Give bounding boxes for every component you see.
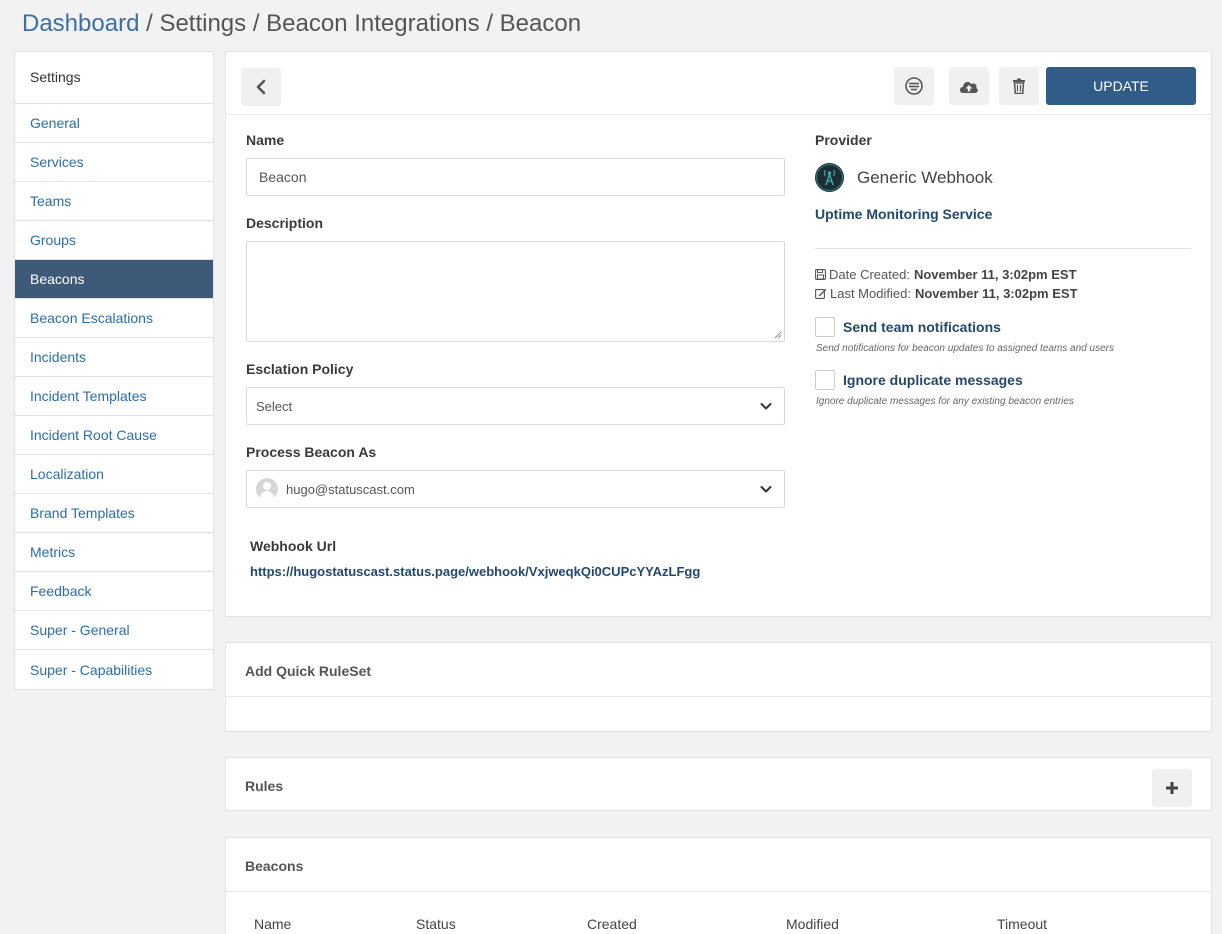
sidebar-item-services[interactable]: Services <box>15 143 213 182</box>
webhook-url-link[interactable]: https://hugostatuscast.status.page/webho… <box>250 564 700 579</box>
send-team-notifications-checkbox[interactable] <box>815 317 835 337</box>
column-header-name[interactable]: Name <box>254 916 291 932</box>
provider-divider <box>815 248 1191 249</box>
process-beacon-as-label: Process Beacon As <box>246 444 377 460</box>
breadcrumb-beacon: Beacon <box>499 10 582 37</box>
list-circle-icon <box>905 77 923 95</box>
column-header-created[interactable]: Created <box>587 916 637 932</box>
column-header-status[interactable]: Status <box>416 916 456 932</box>
provider-name: Generic Webhook <box>857 168 993 187</box>
trash-icon <box>1013 78 1025 94</box>
ignore-duplicate-messages-checkbox[interactable] <box>815 370 835 390</box>
provider-label: Provider <box>815 132 872 148</box>
sidebar-item-incidents[interactable]: Incidents <box>15 338 213 377</box>
upload-button[interactable] <box>949 67 989 105</box>
process-beacon-as-select[interactable]: hugo@statuscast.com <box>246 470 785 508</box>
sidebar-item-brand-templates[interactable]: Brand Templates <box>15 494 213 533</box>
breadcrumb-dashboard-link[interactable]: Dashboard <box>22 10 139 37</box>
date-created-label: Date Created: <box>829 267 910 282</box>
breadcrumb-settings[interactable]: Settings <box>159 10 246 37</box>
user-avatar-icon <box>256 478 278 500</box>
add-rule-button[interactable] <box>1152 769 1192 807</box>
beacons-table-panel: Beacons Name Status Created Modified Tim… <box>225 837 1212 934</box>
name-label: Name <box>246 132 285 148</box>
send-team-notifications-label[interactable]: Send team notifications <box>843 319 1001 335</box>
column-header-modified[interactable]: Modified <box>786 916 839 932</box>
description-textarea[interactable] <box>246 241 785 342</box>
settings-sidebar: Settings General Services Teams Groups B… <box>14 51 214 690</box>
rules-title: Rules <box>245 778 284 794</box>
date-created-line: Date Created: November 11, 3:02pm EST <box>815 267 1077 282</box>
escalation-policy-select[interactable]: Select <box>246 387 785 425</box>
beacons-table-divider <box>226 891 1211 892</box>
chevron-down-icon <box>760 403 772 410</box>
list-button[interactable] <box>894 67 934 105</box>
last-modified-label: Last Modified: <box>830 286 911 301</box>
sidebar-item-incident-templates[interactable]: Incident Templates <box>15 377 213 416</box>
sidebar-item-teams[interactable]: Teams <box>15 182 213 221</box>
edit-icon <box>815 288 827 299</box>
sidebar-item-incident-root-cause[interactable]: Incident Root Cause <box>15 416 213 455</box>
breadcrumb: Dashboard / Settings / Beacon Integratio… <box>22 10 581 38</box>
sidebar-item-metrics[interactable]: Metrics <box>15 533 213 572</box>
ignore-duplicate-messages-help: Ignore duplicate messages for any existi… <box>816 396 1074 407</box>
sidebar-item-localization[interactable]: Localization <box>15 455 213 494</box>
description-label: Description <box>246 215 324 231</box>
cloud-upload-icon <box>960 81 978 93</box>
sidebar-item-beacon-escalations[interactable]: Beacon Escalations <box>15 299 213 338</box>
column-header-timeout[interactable]: Timeout <box>997 916 1047 932</box>
sidebar-header: Settings <box>15 52 213 104</box>
escalation-policy-label: Esclation Policy <box>246 361 354 377</box>
quick-ruleset-divider <box>226 696 1211 697</box>
sidebar-item-super-general[interactable]: Super - General <box>15 611 213 650</box>
back-button[interactable] <box>241 68 281 106</box>
sidebar-item-groups[interactable]: Groups <box>15 221 213 260</box>
webhook-url-label: Webhook Url <box>250 538 337 554</box>
resize-grip-icon[interactable] <box>774 331 782 339</box>
last-modified-value: November 11, 3:02pm EST <box>914 286 1078 301</box>
breadcrumb-separator: / <box>252 10 260 37</box>
quick-ruleset-title: Add Quick RuleSet <box>245 663 372 679</box>
breadcrumb-separator: / <box>146 10 153 37</box>
save-floppy-icon <box>815 269 826 280</box>
beacon-edit-panel: UPDATE Name Beacon Description Esclation… <box>225 51 1212 617</box>
quick-ruleset-panel: Add Quick RuleSet <box>225 642 1212 732</box>
send-team-notifications-help: Send notifications for beacon updates to… <box>816 343 1114 354</box>
sidebar-item-general[interactable]: General <box>15 104 213 143</box>
update-button[interactable]: UPDATE <box>1046 67 1196 105</box>
rules-panel: Rules <box>225 757 1212 811</box>
toolbar: UPDATE <box>226 52 1211 115</box>
provider-description: Uptime Monitoring Service <box>815 206 993 222</box>
name-input[interactable]: Beacon <box>246 158 785 196</box>
last-modified-line: Last Modified: November 11, 3:02pm EST <box>815 286 1078 301</box>
beacons-table-title: Beacons <box>245 858 304 874</box>
breadcrumb-separator: / <box>486 10 493 37</box>
process-beacon-as-value: hugo@statuscast.com <box>286 481 415 497</box>
sidebar-item-beacons[interactable]: Beacons <box>15 260 213 299</box>
delete-button[interactable] <box>999 67 1039 105</box>
escalation-policy-value: Select <box>256 398 293 414</box>
webhook-provider-logo-icon <box>815 163 844 192</box>
date-created-value: November 11, 3:02pm EST <box>913 267 1077 282</box>
chevron-down-icon <box>760 486 772 493</box>
breadcrumb-beacon-integrations[interactable]: Beacon Integrations <box>266 10 479 37</box>
plus-icon <box>1166 782 1178 794</box>
sidebar-item-feedback[interactable]: Feedback <box>15 572 213 611</box>
chevron-left-icon <box>256 79 266 95</box>
sidebar-item-super-capabilities[interactable]: Super - Capabilities <box>15 650 213 689</box>
ignore-duplicate-messages-label[interactable]: Ignore duplicate messages <box>843 372 1023 388</box>
